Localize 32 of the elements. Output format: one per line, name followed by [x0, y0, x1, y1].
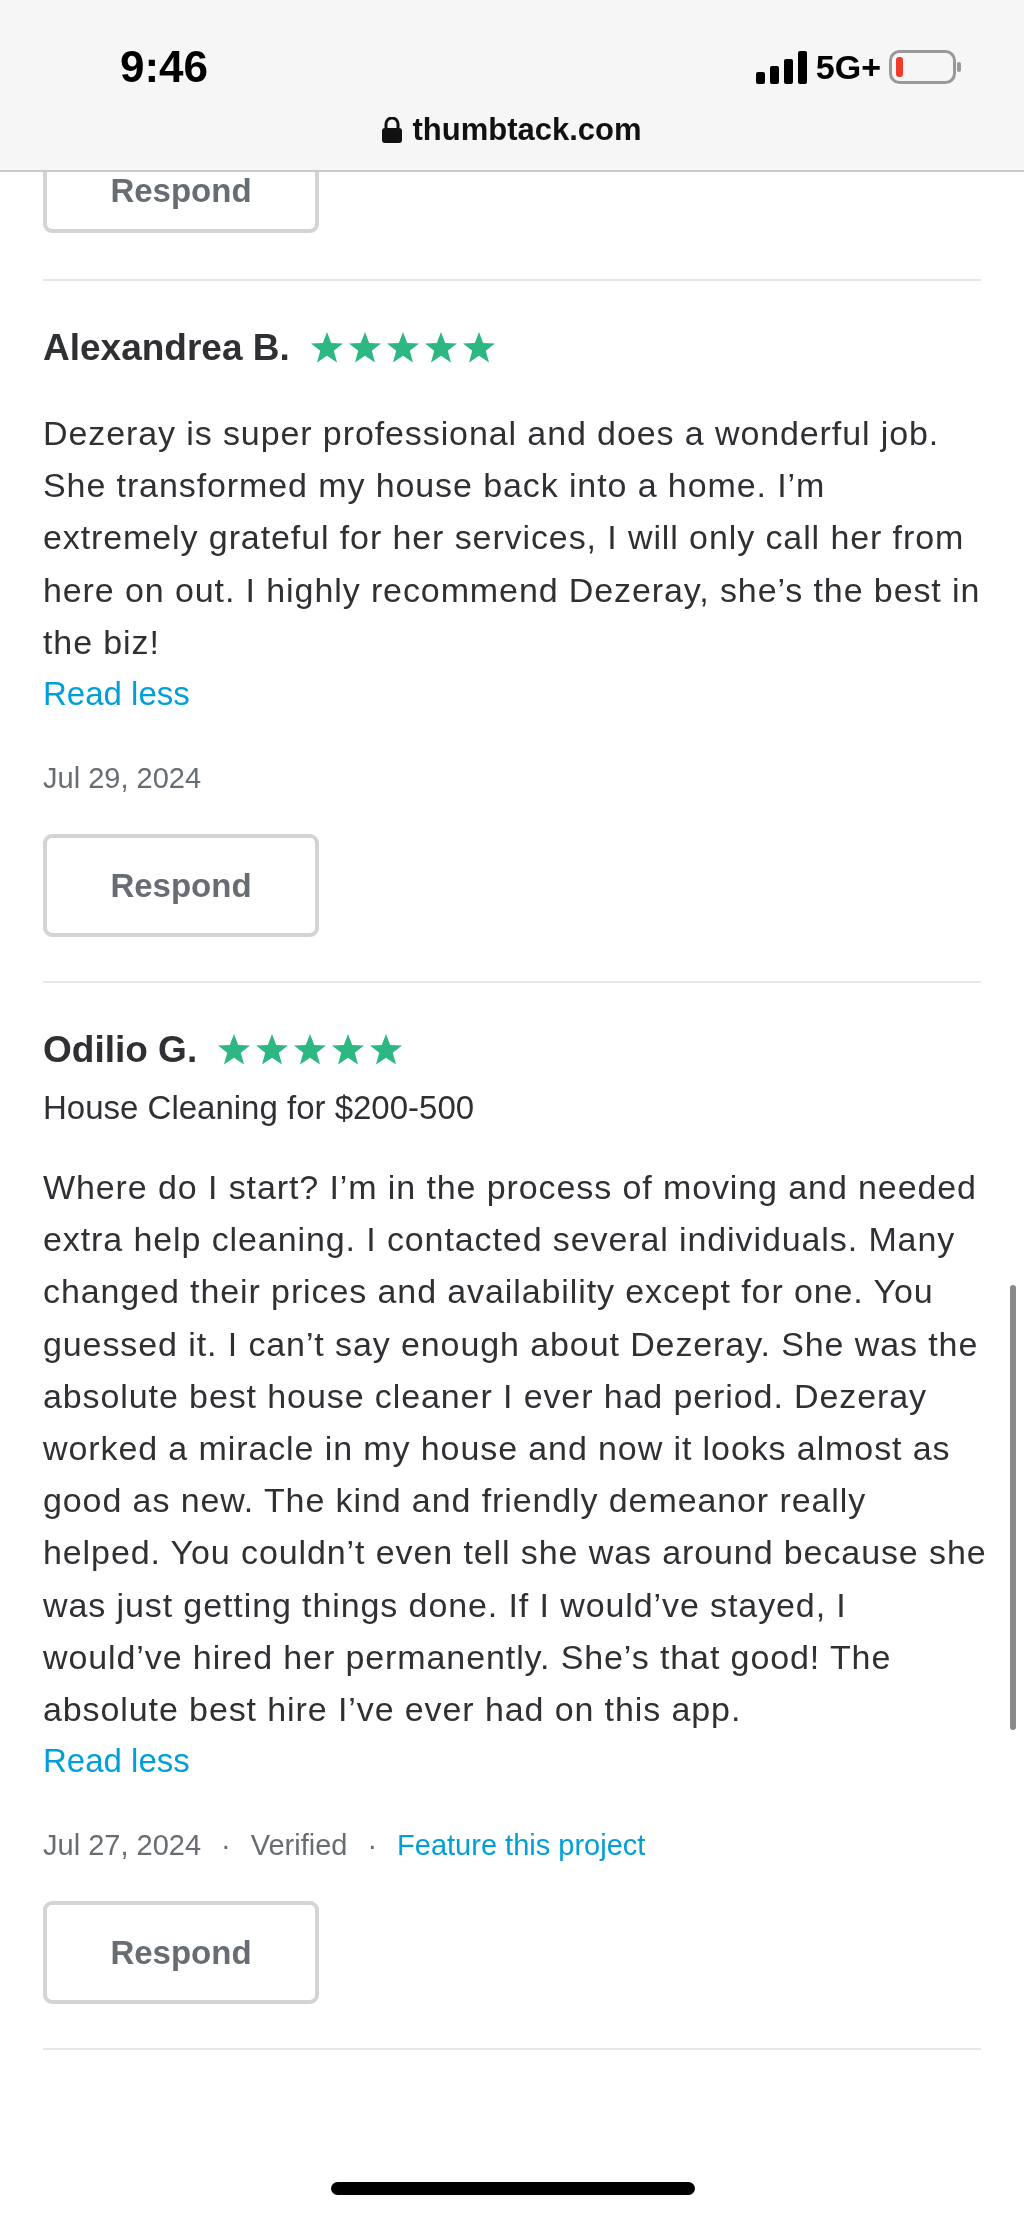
separator-dot: ·	[221, 1828, 231, 1862]
star-icon	[347, 331, 382, 365]
respond-button[interactable]: Respond	[43, 1901, 319, 2005]
network-label: 5G+	[815, 47, 881, 87]
battery-icon	[889, 50, 961, 84]
star-icon	[461, 331, 496, 365]
star-icon	[217, 1033, 252, 1067]
respond-button[interactable]: Respond	[43, 834, 319, 937]
review-text: Where do I start? I’m in the process of moving and needed extra help cleaning. I contacted several individuals. Many changed their prices and availability except for one. You guessed it. I can’t say enough about Dezeray. She was the absolute best house cleaner I ever had period. Dezeray worked a miracle in my house and now it looks almost as good as new. The kind and friendly demeanor really helped. You couldn’t even tell she was around because she was just getting things done. If I would’ve stayed, I would’ve hired her permanently. She’s that good! The absolute best hire I’ve ever had on this app.	[43, 1167, 988, 1731]
read-less-link[interactable]: Read less	[43, 668, 190, 720]
star-icon	[369, 1033, 404, 1067]
url-text[interactable]: thumbtack.com	[412, 112, 642, 148]
respond-button[interactable]: Respond	[43, 172, 319, 233]
star-icon	[293, 1033, 328, 1067]
service-label: House Cleaning for $200-500	[43, 1088, 476, 1128]
lock-icon	[382, 117, 403, 143]
signal-icon	[755, 50, 808, 84]
reviewer-name: Alexandrea B.	[43, 327, 290, 369]
star-icon	[331, 1033, 366, 1067]
verified-label: Verified	[250, 1828, 348, 1862]
read-less-link[interactable]: Read less	[43, 1735, 190, 1788]
feature-project-link[interactable]: Feature this project	[397, 1828, 646, 1862]
review-date: Jul 27, 2024	[43, 1828, 201, 1862]
star-icon	[385, 331, 420, 365]
separator-dot: ·	[367, 1828, 378, 1862]
reviewer-name: Odilio G.	[43, 1029, 198, 1071]
review-text: Dezeray is super professional and does a wonderful job. She transformed my house back into a home. I’m extremely grateful for her services, I will only call her from here on out. I highly recommend Dezeray, she’s the best in the biz!	[43, 413, 982, 663]
review-date: Jul 29, 2024	[43, 761, 201, 795]
star-icon	[423, 331, 458, 365]
star-icon	[309, 331, 344, 365]
clock-time: 9:46	[120, 42, 209, 92]
star-icon	[255, 1033, 290, 1067]
